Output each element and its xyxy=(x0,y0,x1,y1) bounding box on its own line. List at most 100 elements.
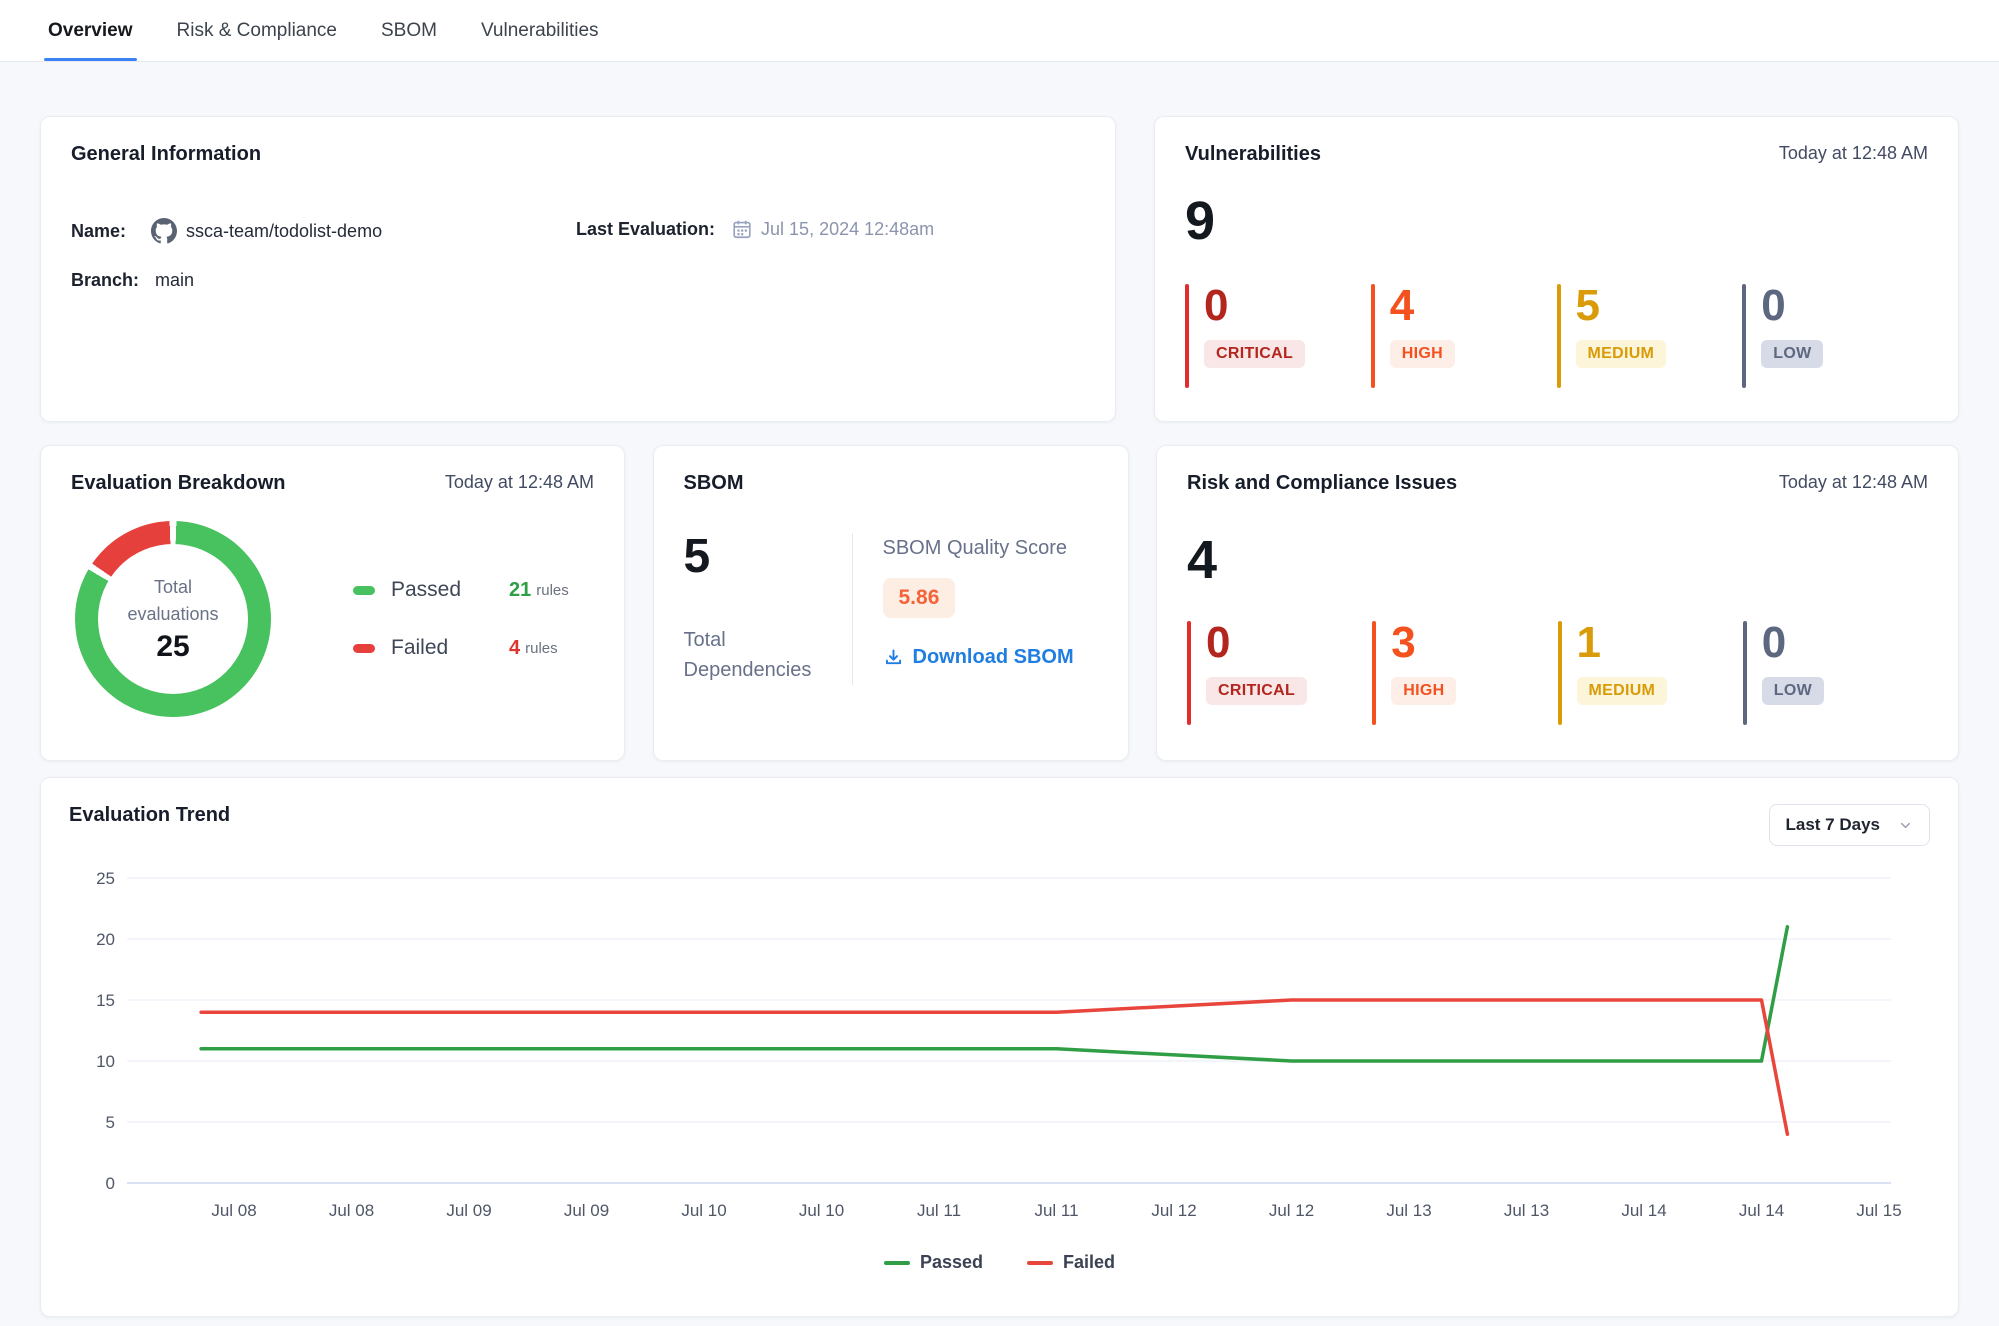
sbom-quality-score-value: 5.86 xyxy=(883,578,956,618)
vuln-high-item: 4 HIGH xyxy=(1371,284,1557,388)
failed-label: Failed xyxy=(391,636,509,660)
evaluation-trend-chart: 0510152025Jul 08Jul 08Jul 09Jul 09Jul 10… xyxy=(69,856,1906,1238)
svg-text:0: 0 xyxy=(106,1174,115,1193)
severity-bar xyxy=(1743,621,1747,725)
risk-critical-item: 0 CRITICAL xyxy=(1187,621,1372,725)
legend-label: Failed xyxy=(1063,1252,1115,1273)
svg-text:Jul 09: Jul 09 xyxy=(446,1201,491,1220)
critical-badge: CRITICAL xyxy=(1206,677,1307,705)
risk-compliance-card: Risk and Compliance Issues Today at 12:4… xyxy=(1156,445,1959,761)
tab-risk-compliance[interactable]: Risk & Compliance xyxy=(177,0,338,61)
vuln-low-item: 0 LOW xyxy=(1742,284,1928,388)
svg-text:Jul 12: Jul 12 xyxy=(1151,1201,1196,1220)
failed-count: 4 xyxy=(509,637,520,660)
passed-count: 21 xyxy=(509,579,531,602)
passed-unit: rules xyxy=(536,582,569,599)
risk-total: 4 xyxy=(1187,533,1928,587)
severity-bar xyxy=(1371,284,1375,388)
critical-badge: CRITICAL xyxy=(1204,340,1305,368)
svg-text:Jul 12: Jul 12 xyxy=(1269,1201,1314,1220)
severity-bar xyxy=(1187,621,1191,725)
critical-count: 0 xyxy=(1206,621,1307,665)
svg-text:5: 5 xyxy=(106,1113,115,1132)
high-badge: HIGH xyxy=(1390,340,1455,368)
medium-count: 1 xyxy=(1577,621,1668,665)
evaluations-donut-chart: Total evaluations 25 xyxy=(75,521,271,717)
date-range-dropdown[interactable]: Last 7 Days xyxy=(1769,804,1931,846)
high-count: 4 xyxy=(1390,284,1455,328)
svg-text:Jul 10: Jul 10 xyxy=(799,1201,844,1220)
passed-pill-icon xyxy=(353,586,375,595)
sbom-card: SBOM 5 Total Dependencies SBOM Quality S… xyxy=(653,445,1129,761)
severity-bar xyxy=(1558,621,1562,725)
svg-text:25: 25 xyxy=(96,869,115,888)
vuln-medium-item: 5 MEDIUM xyxy=(1557,284,1743,388)
failed-pill-icon xyxy=(353,644,375,653)
tab-sbom[interactable]: SBOM xyxy=(381,0,437,61)
donut-center-value: 25 xyxy=(156,630,189,664)
last-evaluation-row: Last Evaluation: Jul 15, 2024 12:48am xyxy=(576,218,934,240)
medium-count: 5 xyxy=(1576,284,1667,328)
svg-text:Jul 15: Jul 15 xyxy=(1856,1201,1901,1220)
branch-label: Branch: xyxy=(71,270,139,291)
legend-row-failed: Failed 4 rules xyxy=(353,636,594,660)
risk-medium-item: 1 MEDIUM xyxy=(1558,621,1743,725)
evaluation-trend-title: Evaluation Trend xyxy=(69,804,230,827)
general-information-card: General Information Name: ssca-team/todo… xyxy=(40,116,1116,422)
sbom-quality-score-label: SBOM Quality Score xyxy=(883,537,1074,560)
trend-chart-legend: Passed Failed xyxy=(69,1252,1930,1273)
passed-label: Passed xyxy=(391,578,509,602)
last-evaluation-label: Last Evaluation: xyxy=(576,219,715,240)
svg-text:Jul 11: Jul 11 xyxy=(1034,1201,1078,1220)
name-label: Name: xyxy=(71,221,135,242)
critical-count: 0 xyxy=(1204,284,1305,328)
high-badge: HIGH xyxy=(1391,677,1456,705)
general-information-title: General Information xyxy=(71,143,261,166)
date-range-value: Last 7 Days xyxy=(1786,815,1881,835)
medium-badge: MEDIUM xyxy=(1576,340,1667,368)
repo-name-row: Name: ssca-team/todolist-demo xyxy=(71,218,576,244)
vulnerabilities-severity-row: 0 CRITICAL 4 HIGH 5 MEDIUM 0 LOW xyxy=(1185,284,1928,388)
high-count: 3 xyxy=(1391,621,1456,665)
evaluation-breakdown-title: Evaluation Breakdown xyxy=(71,472,286,495)
svg-text:Jul 09: Jul 09 xyxy=(564,1201,609,1220)
medium-badge: MEDIUM xyxy=(1577,677,1668,705)
vulnerabilities-title: Vulnerabilities xyxy=(1185,143,1321,166)
svg-text:Jul 13: Jul 13 xyxy=(1504,1201,1549,1220)
vulnerabilities-timestamp: Today at 12:48 AM xyxy=(1779,143,1928,164)
donut-center-label-2: evaluations xyxy=(127,604,218,624)
svg-text:20: 20 xyxy=(96,930,115,949)
low-badge: LOW xyxy=(1761,340,1823,368)
svg-text:Jul 08: Jul 08 xyxy=(329,1201,374,1220)
low-badge: LOW xyxy=(1762,677,1824,705)
severity-bar xyxy=(1742,284,1746,388)
vuln-critical-item: 0 CRITICAL xyxy=(1185,284,1371,388)
vertical-divider xyxy=(852,533,853,685)
svg-text:Jul 14: Jul 14 xyxy=(1739,1201,1784,1220)
tab-overview[interactable]: Overview xyxy=(48,0,133,61)
failed-unit: rules xyxy=(525,640,558,657)
evaluation-breakdown-card: Evaluation Breakdown Today at 12:48 AM T… xyxy=(40,445,625,761)
evaluation-trend-card: Evaluation Trend Last 7 Days 0510152025J… xyxy=(40,777,1959,1317)
chevron-down-icon xyxy=(1898,818,1913,833)
total-dependencies-label-1: Total xyxy=(684,629,726,651)
risk-compliance-timestamp: Today at 12:48 AM xyxy=(1779,472,1928,493)
trend-legend-item-passed: Passed xyxy=(884,1252,983,1273)
legend-row-passed: Passed 21 rules xyxy=(353,578,594,602)
repo-name-value: ssca-team/todolist-demo xyxy=(186,221,382,242)
evaluation-breakdown-timestamp: Today at 12:48 AM xyxy=(445,472,594,493)
risk-compliance-title: Risk and Compliance Issues xyxy=(1187,472,1457,495)
legend-dash-icon xyxy=(884,1261,910,1265)
sbom-title: SBOM xyxy=(684,472,744,495)
trend-legend-item-failed: Failed xyxy=(1027,1252,1115,1273)
svg-text:Jul 08: Jul 08 xyxy=(211,1201,256,1220)
download-sbom-link[interactable]: Download SBOM xyxy=(883,646,1074,669)
legend-label: Passed xyxy=(920,1252,983,1273)
tab-vulnerabilities[interactable]: Vulnerabilities xyxy=(481,0,599,61)
svg-text:15: 15 xyxy=(96,991,115,1010)
branch-value: main xyxy=(155,270,194,291)
risk-severity-row: 0 CRITICAL 3 HIGH 1 MEDIUM 0 LOW xyxy=(1187,621,1928,725)
low-count: 0 xyxy=(1762,621,1824,665)
svg-text:Jul 13: Jul 13 xyxy=(1386,1201,1431,1220)
low-count: 0 xyxy=(1761,284,1823,328)
